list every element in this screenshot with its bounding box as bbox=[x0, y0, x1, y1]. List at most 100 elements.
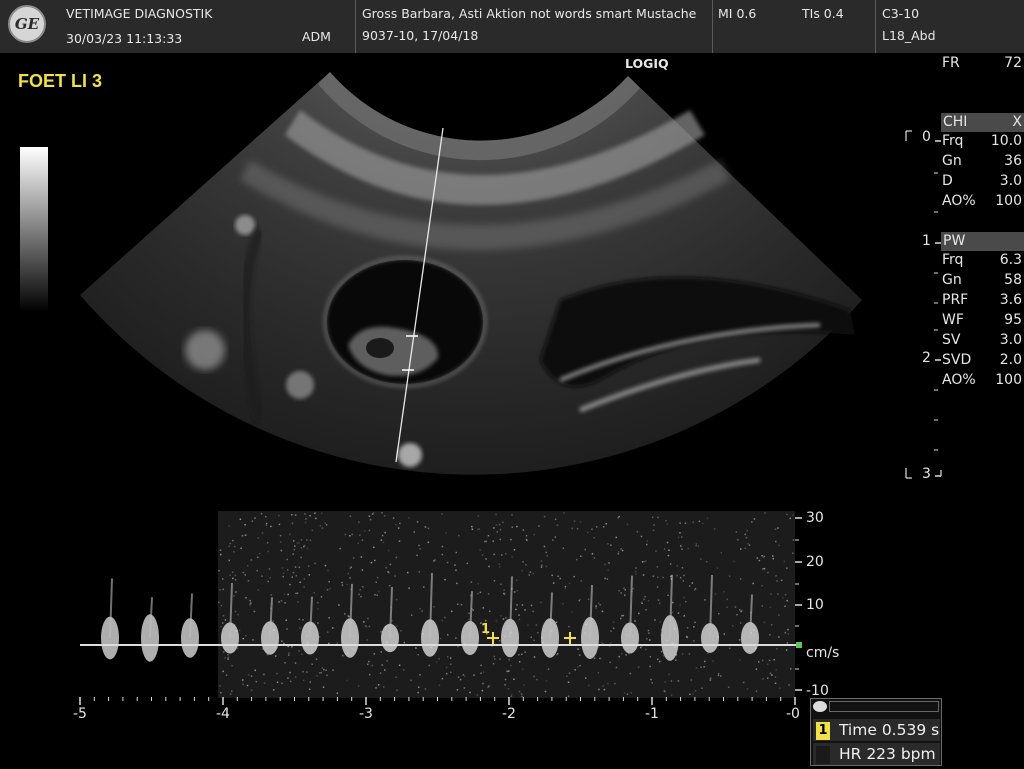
spectrum-speckle bbox=[682, 580, 685, 582]
spectrum-speckle bbox=[552, 582, 555, 584]
spectrum-speckle bbox=[403, 669, 405, 671]
spectrum-speckle bbox=[492, 662, 495, 665]
spectrum-speckle bbox=[607, 683, 609, 685]
spectrum-speckle bbox=[476, 694, 479, 696]
spectrum-speckle bbox=[506, 670, 508, 673]
spectrum-speckle bbox=[767, 677, 769, 679]
mechanical-index: MI 0.6 bbox=[718, 6, 757, 21]
spectrum-speckle bbox=[579, 521, 582, 523]
spectrum-speckle bbox=[746, 688, 749, 690]
spectrum-speckle bbox=[351, 533, 353, 536]
spectrum-speckle bbox=[579, 664, 581, 667]
spectrum-speckle bbox=[686, 627, 689, 629]
spectrum-speckle bbox=[296, 592, 299, 594]
spectrum-speckle bbox=[367, 617, 369, 620]
header-bar: GE VETIMAGE DIAGNOSTIK 30/03/23 11:13:33… bbox=[0, 0, 1024, 53]
spectrum-speckle bbox=[319, 525, 322, 527]
spectrum-speckle bbox=[384, 531, 386, 534]
spectrum-speckle bbox=[540, 560, 543, 562]
spectrum-speckle bbox=[496, 531, 498, 533]
spectrum-speckle bbox=[739, 622, 742, 624]
spectrum-speckle bbox=[395, 556, 398, 559]
spectrum-speckle bbox=[232, 539, 234, 542]
spectrum-speckle bbox=[224, 657, 226, 659]
spectrum-speckle bbox=[298, 650, 300, 652]
spectrum-speckle bbox=[415, 647, 417, 649]
spectrum-speckle bbox=[595, 605, 597, 607]
spectrum-speckle bbox=[650, 678, 652, 681]
spectrum-speckle bbox=[382, 541, 385, 544]
spectrum-speckle bbox=[407, 571, 409, 574]
spectrum-speckle bbox=[228, 545, 230, 548]
spectrum-speckle bbox=[777, 527, 779, 529]
spectrum-speckle bbox=[219, 549, 222, 551]
spectrum-speckle bbox=[774, 676, 777, 678]
spectrum-speckle bbox=[369, 518, 372, 521]
spectrum-speckle bbox=[671, 611, 674, 613]
frame-rate-label: FR bbox=[942, 55, 960, 71]
spectrum-speckle bbox=[694, 690, 697, 692]
spectrum-speckle bbox=[518, 690, 521, 693]
spectrum-speckle bbox=[620, 592, 622, 594]
depth-label-3: 3 bbox=[922, 466, 931, 482]
spectrum-speckle bbox=[315, 517, 317, 520]
spectrum-speckle bbox=[545, 551, 547, 554]
baseline-marker bbox=[796, 642, 802, 648]
spectrum-speckle bbox=[666, 523, 668, 525]
spectrum-speckle bbox=[446, 672, 448, 675]
spectrum-speckle bbox=[233, 545, 236, 548]
spectrum-speckle bbox=[308, 688, 311, 690]
spectrum-speckle bbox=[327, 569, 329, 572]
spectrum-speckle bbox=[242, 683, 244, 686]
spectrum-speckle bbox=[584, 548, 586, 551]
spectrum-speckle bbox=[494, 658, 496, 660]
spectrum-speckle bbox=[455, 551, 457, 554]
spectrum-speckle bbox=[295, 592, 297, 595]
spectrum-speckle bbox=[657, 516, 659, 519]
spectrum-speckle bbox=[716, 567, 719, 569]
spectrum-speckle bbox=[511, 514, 513, 516]
spectrum-speckle bbox=[231, 664, 233, 667]
spectrum-speckle bbox=[336, 692, 339, 694]
spectrum-speckle bbox=[368, 625, 371, 628]
spectrum-speckle bbox=[769, 634, 771, 636]
spectrum-speckle bbox=[651, 516, 654, 519]
spectrum-speckle bbox=[652, 529, 655, 532]
spectrum-speckle bbox=[499, 528, 502, 531]
spectrum-speckle bbox=[753, 518, 756, 520]
spectrum-speckle bbox=[593, 557, 596, 559]
spectrum-speckle bbox=[275, 655, 277, 657]
depth-label-0: 0 bbox=[922, 129, 931, 145]
spectrum-speckle bbox=[648, 632, 650, 634]
spectrum-speckle bbox=[487, 686, 489, 688]
spectrum-speckle bbox=[692, 693, 694, 695]
spectrum-speckle bbox=[329, 587, 331, 590]
chi-header-value: X bbox=[1012, 114, 1022, 130]
spectrum-speckle bbox=[700, 666, 702, 668]
spectrum-speckle bbox=[612, 621, 615, 623]
spectrum-speckle bbox=[574, 669, 576, 671]
measurement-panel[interactable]: 1 Time 0.539 s HR 223 bpm bbox=[810, 698, 942, 766]
spectrum-speckle bbox=[740, 548, 742, 550]
spectrum-speckle bbox=[441, 619, 444, 622]
spectrum-speckle bbox=[361, 539, 364, 541]
record-icon[interactable] bbox=[813, 701, 827, 712]
spectrum-speckle bbox=[222, 651, 225, 653]
spectrum-speckle bbox=[543, 515, 546, 518]
spectrum-speckle bbox=[470, 581, 473, 583]
spectrum-speckle bbox=[676, 574, 678, 577]
spectrum-speckle bbox=[679, 576, 682, 579]
spectrum-speckle bbox=[371, 664, 373, 667]
spectrum-speckle bbox=[774, 528, 777, 530]
spectrum-speckle bbox=[695, 667, 698, 669]
spectrum-speckle bbox=[510, 538, 512, 541]
spectrum-speckle bbox=[763, 567, 766, 570]
chi-label: AO% bbox=[942, 193, 976, 209]
spectrum-speckle bbox=[294, 514, 297, 516]
spectrum-speckle bbox=[537, 632, 539, 634]
pw-label: PRF bbox=[942, 292, 969, 308]
time-label: Time bbox=[838, 721, 877, 739]
spectrum-speckle bbox=[540, 566, 543, 568]
spectrum-speckle bbox=[304, 521, 307, 524]
spectrum-speckle bbox=[479, 591, 482, 594]
